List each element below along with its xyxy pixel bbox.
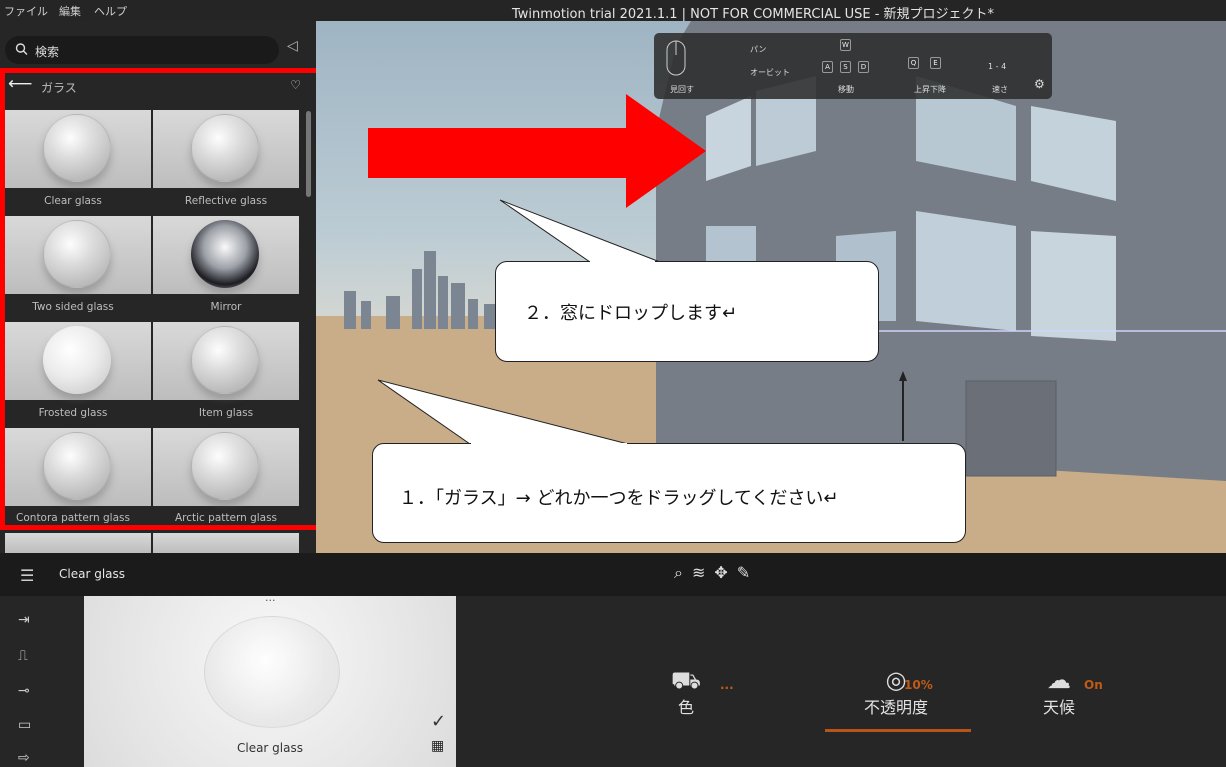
search-icon <box>15 42 28 59</box>
weather-value: On <box>1084 678 1103 692</box>
collapse-icon[interactable]: ◁ <box>287 38 298 54</box>
key-q: Q <box>908 57 919 69</box>
key-d: D <box>858 61 869 73</box>
move-hint-label: 移動 <box>838 85 854 94</box>
media-icon[interactable]: ▭ <box>18 717 31 733</box>
material-editor-panel: ⇥ ⎍ ⊸ ▭ ⇨ ··· Clear glass ✓ ▦ ⛟ 色 ... ◎ … <box>0 594 1226 767</box>
checkmark-icon[interactable]: ✓ <box>431 711 446 732</box>
callout-step2-text: ２．窓にドロップします↵ <box>524 303 738 324</box>
path-icon[interactable]: ⊸ <box>18 683 30 699</box>
more-options-icon[interactable]: ··· <box>265 594 276 607</box>
navigation-hints-toolbar: 見回す パン オービット W A S D 移動 Q E 上昇下降 1 - 4 速… <box>654 33 1052 99</box>
orbit2-hint-label: オービット <box>750 68 790 77</box>
material-tile[interactable] <box>153 533 299 553</box>
paint-icon[interactable]: ≋ <box>692 563 714 582</box>
paint-bucket-icon: ⛟ <box>670 666 702 694</box>
settings-icon[interactable]: ⚙ <box>1034 77 1045 91</box>
updown-hint-label: 上昇下降 <box>914 85 946 94</box>
selection-bar: ☰ Clear glass ⌕≋✥✎ <box>0 553 1226 596</box>
preview-name: Clear glass <box>236 741 303 755</box>
key-a: A <box>822 61 833 73</box>
eyedropper-icon[interactable]: ✎ <box>737 563 759 582</box>
key-w: W <box>840 39 851 51</box>
select-icon[interactable]: ⌕ <box>674 563 692 582</box>
weather-label: 天候 <box>1042 698 1075 717</box>
red-arrow-graphic <box>368 94 706 208</box>
mouse-icon <box>666 40 686 76</box>
menubar: ファイル 編集 ヘルプ Twinmotion trial 2021.1.1 | … <box>0 0 1226 22</box>
tool-group: ⌕≋✥✎ <box>674 563 759 583</box>
search-placeholder: 検索 <box>35 45 60 59</box>
speed-value: 1 - 4 <box>988 62 1007 71</box>
weather-property[interactable]: ☁ 天候 On <box>1034 666 1103 718</box>
active-property-indicator <box>825 729 971 732</box>
weather-icon: ☁ <box>1047 666 1071 694</box>
color-label: 色 <box>677 698 694 717</box>
callout-step2: ２．窓にドロップします↵ <box>495 261 879 362</box>
search-input[interactable]: 検索 <box>5 36 279 64</box>
material-preview[interactable]: ··· Clear glass ✓ ▦ <box>84 594 456 767</box>
color-property[interactable]: ⛟ 色 ... <box>664 666 734 718</box>
import-icon[interactable]: ⇥ <box>18 612 30 628</box>
callout-step1-text: １．「ガラス」→ どれか一つをドラッグしてください↵ <box>399 488 839 509</box>
speed-hint-label: 速さ <box>992 85 1008 94</box>
key-s: S <box>840 61 851 73</box>
opacity-label: 不透明度 <box>863 698 928 717</box>
preview-sphere <box>204 616 340 728</box>
move-icon[interactable]: ✥ <box>714 563 736 582</box>
color-value: ... <box>720 678 734 692</box>
pan-hint-label: パン <box>750 45 767 54</box>
callout-step1: １．「ガラス」→ どれか一つをドラッグしてください↵ <box>372 443 966 543</box>
window-title: Twinmotion trial 2021.1.1 | NOT FOR COMM… <box>511 7 995 22</box>
material-tile[interactable] <box>5 533 151 553</box>
selected-material-name: Clear glass <box>59 567 126 581</box>
key-e: E <box>930 57 941 69</box>
opacity-property[interactable]: ◎ 不透明度 10% <box>846 666 946 718</box>
export-icon[interactable]: ⇨ <box>18 750 30 766</box>
menu-icon[interactable]: ☰ <box>20 566 34 585</box>
animate-icon[interactable]: ⎍ <box>18 648 28 664</box>
highlight-box <box>0 68 333 530</box>
opacity-value: 10% <box>904 678 933 692</box>
grid-icon[interactable]: ▦ <box>431 738 444 754</box>
